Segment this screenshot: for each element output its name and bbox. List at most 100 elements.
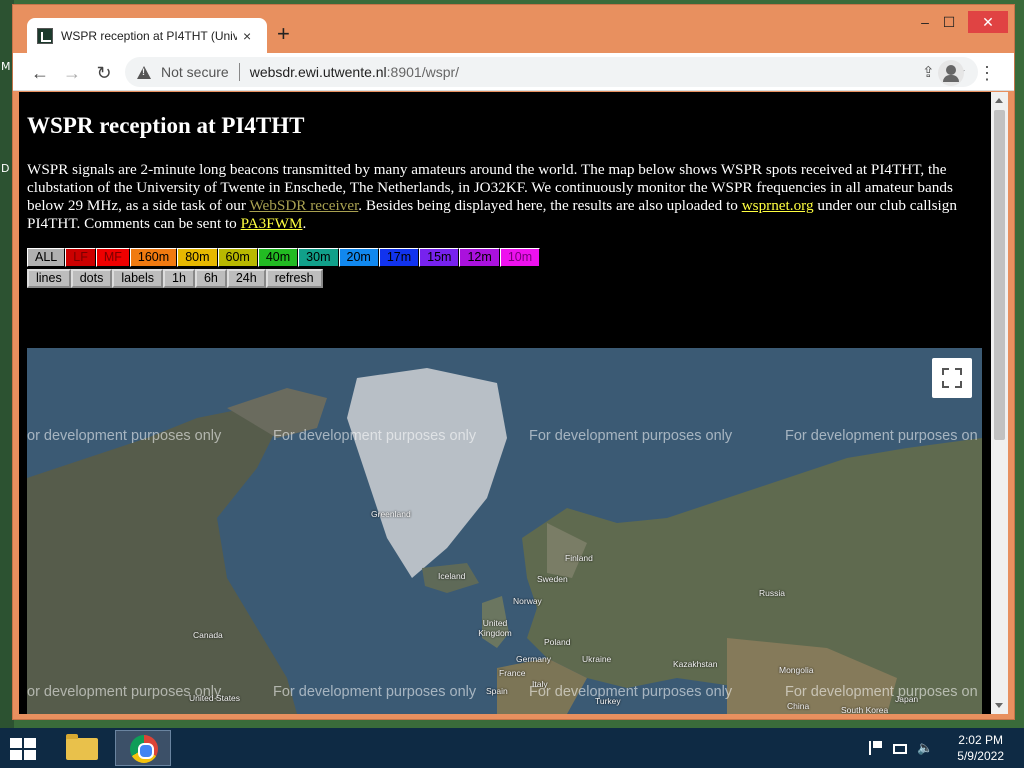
intro-text: . Besides being displayed here, the resu… xyxy=(358,197,742,214)
map-place-label: Iceland xyxy=(438,571,466,581)
divider xyxy=(238,63,240,81)
map-place-label: Canada xyxy=(193,630,223,640)
chrome-taskbar-icon[interactable] xyxy=(115,730,171,766)
map-watermark: or development purposes only xyxy=(27,428,222,444)
forward-arrow-icon[interactable]: → xyxy=(59,60,85,86)
map-place-label: Kazakhstan xyxy=(673,659,718,669)
map-place-label: China xyxy=(787,701,810,711)
band-button-60m[interactable]: 60m xyxy=(217,248,258,267)
band-button-40m[interactable]: 40m xyxy=(257,248,299,267)
map-place-label: Russia xyxy=(759,588,785,598)
band-button-15m[interactable]: 15m xyxy=(419,248,460,267)
band-button-all[interactable]: ALL xyxy=(27,248,66,267)
tab-close-icon[interactable]: × xyxy=(243,28,251,44)
map-place-label: Turkey xyxy=(595,696,621,706)
profile-avatar-icon[interactable] xyxy=(938,60,964,86)
map-watermark: For development purposes only xyxy=(529,428,733,444)
map-place-label: Mongolia xyxy=(779,665,814,675)
fullscreen-icon[interactable] xyxy=(932,358,972,398)
map-watermark: For development purposes only xyxy=(529,684,733,700)
map-watermark: For development purposes on xyxy=(785,428,978,444)
map-place-label: United States xyxy=(189,693,241,703)
map-place-label: Finland xyxy=(565,553,593,563)
band-button-17m[interactable]: 17m xyxy=(378,248,420,267)
url-path: :8901/wspr/ xyxy=(386,64,460,80)
band-button-10m[interactable]: 10m xyxy=(499,248,541,267)
browser-tab[interactable]: WSPR reception at PI4THT (Unive × xyxy=(27,18,267,54)
band-filter-buttons: ALL LF MF 160m 80m 60m 40m 30m 20m 17m 15m 12m 10m xyxy=(27,248,541,267)
band-button-80m[interactable]: 80m xyxy=(177,248,218,267)
browser-window: WSPR reception at PI4THT (Unive × + – ☐ … xyxy=(12,4,1015,720)
websdr-link[interactable]: WebSDR receiver xyxy=(249,197,358,214)
new-tab-button[interactable]: + xyxy=(277,23,290,45)
url-text[interactable]: websdr.ewi.utwente.nl:8901/wspr/ xyxy=(250,64,459,80)
site-favicon-icon xyxy=(37,28,53,44)
map-place-label: Japan xyxy=(895,694,919,704)
map-place-label: Poland xyxy=(544,637,571,647)
band-button-mf[interactable]: MF xyxy=(95,248,130,267)
share-icon[interactable]: ⇪ xyxy=(922,63,935,81)
tab-title: WSPR reception at PI4THT (Unive xyxy=(61,29,237,43)
file-explorer-icon[interactable] xyxy=(54,730,110,766)
band-button-12m[interactable]: 12m xyxy=(459,248,500,267)
clock-date: 5/9/2022 xyxy=(957,749,1004,763)
view-button-dots[interactable]: dots xyxy=(70,269,113,288)
band-button-160m[interactable]: 160m xyxy=(129,248,178,267)
intro-paragraph: WSPR signals are 2-minute long beacons t… xyxy=(27,161,982,233)
page-scrollbar[interactable] xyxy=(991,92,1008,714)
map-place-label: Spain xyxy=(486,686,508,696)
kebab-menu-icon[interactable]: ⋮ xyxy=(978,60,996,86)
back-arrow-icon[interactable]: ← xyxy=(27,60,53,86)
windows-start-icon[interactable] xyxy=(10,738,36,760)
map-place-label: Greenland xyxy=(371,509,411,519)
desktop-icon-label: D xyxy=(1,162,10,175)
view-button-labels[interactable]: labels xyxy=(112,269,164,288)
pa3fwm-link[interactable]: PA3FWM xyxy=(241,215,303,232)
warning-icon[interactable] xyxy=(137,65,151,79)
map-place-label: Sweden xyxy=(537,574,568,584)
map-place-label: Germany xyxy=(516,654,551,664)
close-window-button[interactable]: ✕ xyxy=(968,11,1008,33)
clock-time: 2:02 PM xyxy=(958,733,1003,747)
taskbar-clock[interactable]: 2:02 PM 5/9/2022 xyxy=(957,732,1004,764)
scroll-up-arrow-icon[interactable] xyxy=(995,98,1003,103)
map-watermark: For development purposes only xyxy=(273,428,477,444)
not-secure-label[interactable]: Not secure xyxy=(161,64,229,80)
page-title: WSPR reception at PI4THT xyxy=(27,113,305,138)
map-place-label: United Kingdom xyxy=(478,618,512,638)
page-content: WSPR reception at PI4THT WSPR signals ar… xyxy=(19,92,991,714)
intro-text: . xyxy=(302,215,307,232)
view-option-buttons: lines dots labels 1h 6h 24h refresh xyxy=(27,269,323,288)
map-watermark: For development purposes on xyxy=(785,684,978,700)
wspr-map[interactable]: or development purposes only For develop… xyxy=(27,348,982,714)
wsprnet-link[interactable]: wsprnet.org xyxy=(742,197,814,214)
view-button-lines[interactable]: lines xyxy=(27,269,71,288)
view-button-24h[interactable]: 24h xyxy=(226,269,266,288)
scrollbar-thumb[interactable] xyxy=(994,110,1005,440)
network-icon[interactable] xyxy=(893,744,908,754)
address-bar[interactable]: Not secure websdr.ewi.utwente.nl:8901/ws… xyxy=(125,57,978,87)
map-place-label: France xyxy=(499,668,526,678)
desktop-icon-label: M xyxy=(1,60,11,73)
browser-toolbar: ← → ↻ Not secure websdr.ewi.utwente.nl:8… xyxy=(13,53,1014,91)
map-place-label: Ukraine xyxy=(582,654,612,664)
url-host: websdr.ewi.utwente.nl xyxy=(249,64,387,80)
flag-icon[interactable] xyxy=(869,741,883,755)
map-watermark: For development purposes only xyxy=(273,684,477,700)
map-place-label: Norway xyxy=(513,596,542,606)
view-button-refresh[interactable]: refresh xyxy=(265,269,323,288)
volume-muted-icon[interactable]: 🔈 xyxy=(917,741,933,755)
view-button-6h[interactable]: 6h xyxy=(194,269,227,288)
band-button-lf[interactable]: LF xyxy=(65,248,96,267)
band-button-20m[interactable]: 20m xyxy=(338,248,379,267)
reload-icon[interactable]: ↻ xyxy=(91,60,117,86)
system-tray: 🔈 2:02 PM 5/9/2022 xyxy=(869,732,1004,764)
map-place-label: South Korea xyxy=(841,705,889,714)
taskbar: 🔈 2:02 PM 5/9/2022 xyxy=(0,728,1024,768)
title-bar: WSPR reception at PI4THT (Unive × + – ☐ … xyxy=(13,5,1014,54)
maximize-button[interactable]: ☐ xyxy=(934,11,964,33)
band-button-30m[interactable]: 30m xyxy=(298,248,339,267)
scroll-down-arrow-icon[interactable] xyxy=(995,703,1003,708)
view-button-1h[interactable]: 1h xyxy=(163,269,195,288)
map-terrain xyxy=(27,348,982,714)
